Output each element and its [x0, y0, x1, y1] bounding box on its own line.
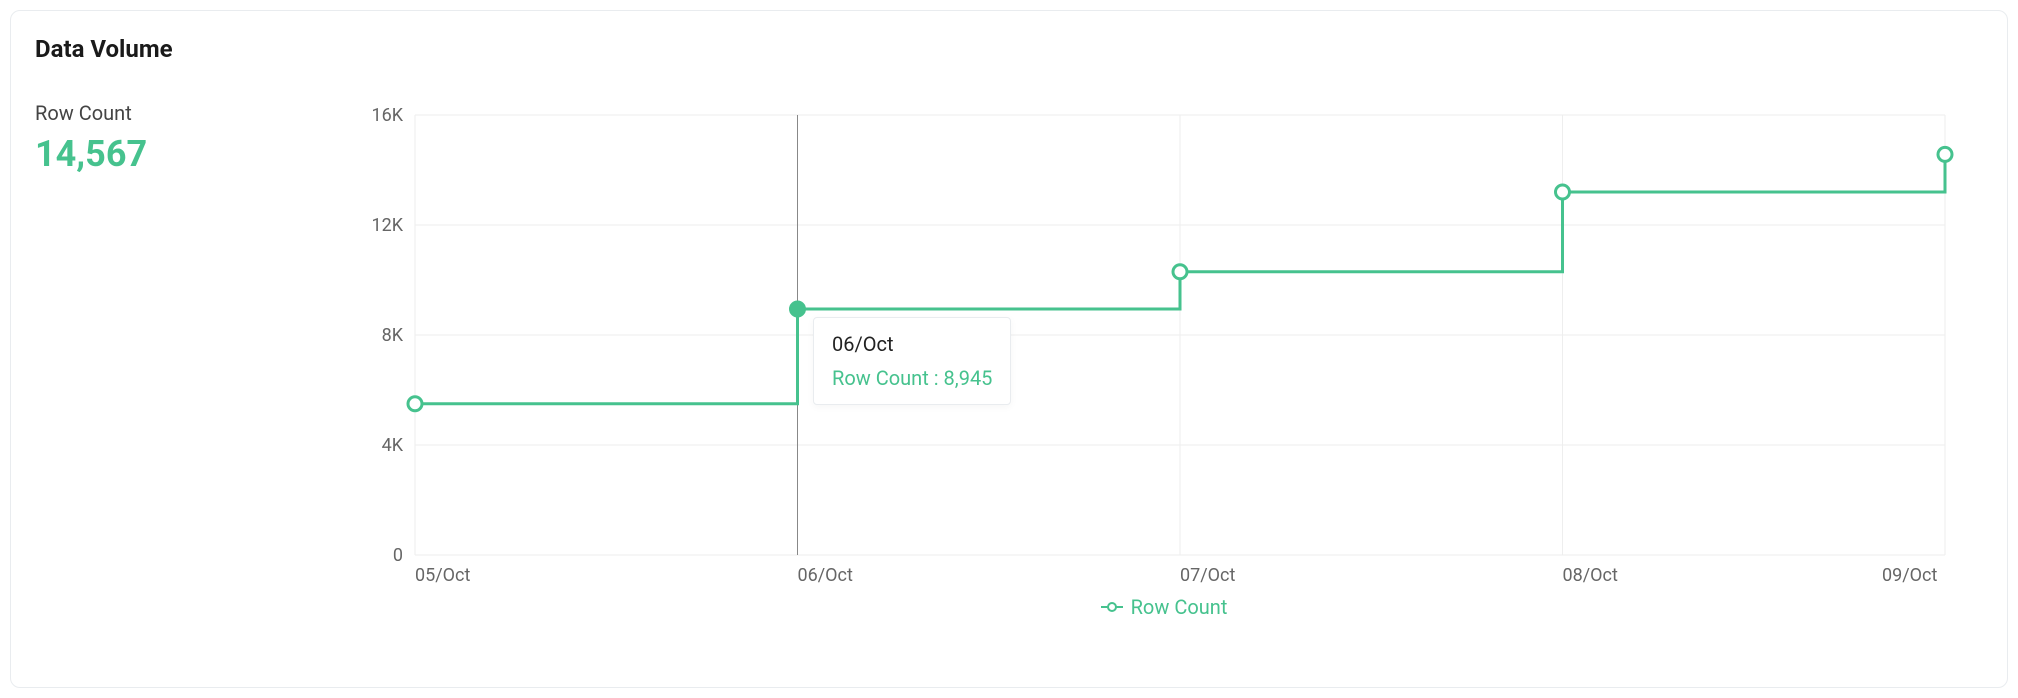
svg-text:4K: 4K	[382, 435, 404, 456]
svg-text:05/Oct: 05/Oct	[415, 565, 470, 586]
legend-label: Row Count	[1131, 595, 1228, 619]
svg-text:07/Oct: 07/Oct	[1180, 565, 1235, 586]
stat-value: 14,567	[35, 133, 345, 175]
data-point[interactable]	[1556, 185, 1570, 199]
chart-legend: Row Count	[345, 595, 1983, 619]
stat-label: Row Count	[35, 101, 345, 125]
card-content: Row Count 14,567	[35, 95, 1983, 615]
svg-text:16K: 16K	[371, 105, 403, 126]
y-tick: 16K	[371, 105, 403, 126]
y-tick: 8K	[382, 325, 404, 346]
x-tick: 08/Oct	[1563, 565, 1618, 586]
y-tick: 4K	[382, 435, 404, 456]
svg-text:12K: 12K	[371, 215, 403, 236]
y-tick: 0	[393, 545, 403, 566]
svg-text:09/Oct: 09/Oct	[1882, 565, 1937, 586]
data-volume-card: Data Volume Row Count 14,567	[10, 10, 2008, 688]
data-point[interactable]	[408, 397, 422, 411]
chart-area[interactable]: 0 4K 8K 12K 16K 05/Oct 06/Oct 07/Oct 08/…	[345, 95, 1983, 615]
svg-text:06/Oct: 06/Oct	[798, 565, 853, 586]
svg-text:0: 0	[393, 545, 403, 566]
y-tick: 12K	[371, 215, 403, 236]
line-marker-icon	[1101, 602, 1123, 612]
x-tick: 07/Oct	[1180, 565, 1235, 586]
svg-text:08/Oct: 08/Oct	[1563, 565, 1618, 586]
x-tick: 06/Oct	[798, 565, 853, 586]
card-title: Data Volume	[35, 35, 1983, 63]
summary-stat: Row Count 14,567	[35, 95, 345, 615]
x-tick: 05/Oct	[415, 565, 470, 586]
data-point[interactable]	[1938, 147, 1952, 161]
svg-text:8K: 8K	[382, 325, 404, 346]
data-point-active[interactable]	[791, 302, 805, 316]
data-point[interactable]	[1173, 265, 1187, 279]
row-count-chart[interactable]: 0 4K 8K 12K 16K 05/Oct 06/Oct 07/Oct 08/…	[345, 95, 1965, 615]
x-tick: 09/Oct	[1882, 565, 1937, 586]
legend-item[interactable]: Row Count	[1101, 595, 1228, 619]
